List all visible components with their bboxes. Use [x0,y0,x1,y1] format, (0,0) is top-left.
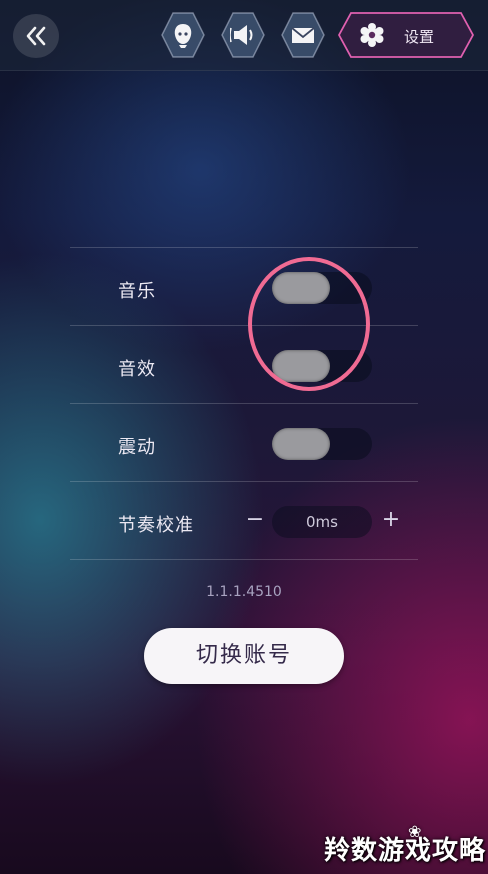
top-bar: 设置 [0,0,488,71]
vibration-toggle[interactable] [272,428,372,460]
sfx-label: 音效 [118,359,156,380]
music-label: 音乐 [118,281,156,302]
sound-button[interactable] [221,12,265,58]
double-chevron-left-icon [26,26,46,46]
watermark: 羚数游戏攻略 [323,836,486,866]
switch-account-button[interactable]: 切换账号 [144,628,344,684]
highlight-circle [248,257,370,391]
calibration-row: 节奏校准 − 0ms + [70,481,418,560]
settings-list: 音乐 音效 震动 节奏校准 − 0ms + [70,247,418,560]
mail-icon [291,27,315,43]
vibration-row: 震动 [70,403,418,481]
version-text: 1.1.1.4510 [206,584,282,600]
settings-label: 设置 [404,28,435,46]
settings-tab[interactable]: 设置 [338,12,474,58]
decrease-button[interactable]: − [244,508,266,532]
gear-icon [360,23,384,47]
face-icon [174,24,192,48]
increase-button[interactable]: + [380,508,402,532]
mail-button[interactable] [281,12,325,58]
speaker-icon [230,25,253,45]
calibration-value: 0ms [272,506,372,538]
calibration-label: 节奏校准 [118,515,194,536]
face-button[interactable] [161,12,205,58]
back-button[interactable] [13,14,59,58]
toggle-knob [272,428,330,460]
vibration-label: 震动 [118,437,156,458]
